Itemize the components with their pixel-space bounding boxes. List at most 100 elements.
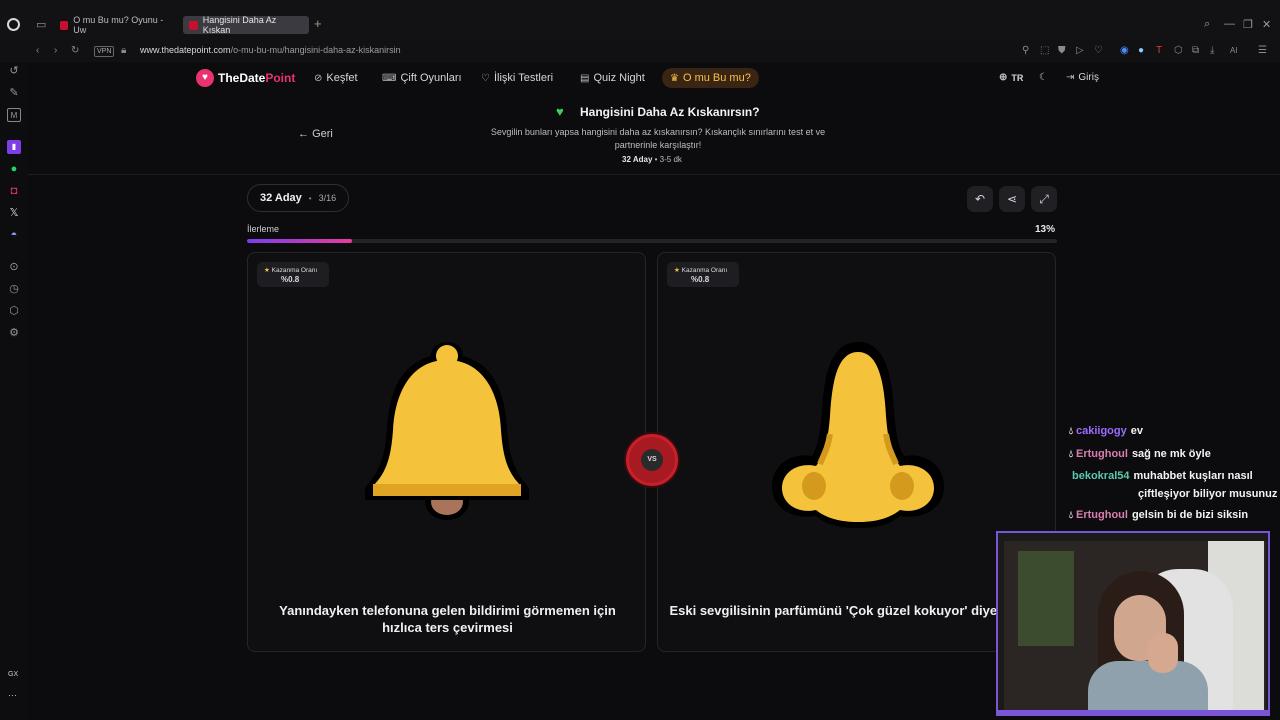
tab-1-label: O mu Bu mu? Oyunu - Uw [73, 15, 164, 35]
settings-gear-icon[interactable]: ⚙ [7, 326, 21, 340]
opera-logo-icon[interactable] [7, 18, 20, 31]
url-domain: www.thedatepoint.com [140, 45, 231, 55]
search-tabs-icon[interactable]: ⌕ [1204, 18, 1210, 31]
player-icon[interactable]: ⊙ [7, 260, 21, 274]
login-button[interactable]: ⇥ Giriş [1066, 72, 1099, 83]
quiz-meta: 32 Aday • 3-5 dk [622, 155, 682, 164]
undo-button[interactable]: ↶ [967, 186, 993, 212]
chat-message: 💧︎ cakiigogy ev [1069, 425, 1143, 437]
chat-message: 💧︎ Ertughoul sağ ne mk öyle [1069, 448, 1211, 460]
login-icon: ⇥ [1066, 72, 1075, 83]
nav-item-kesfet[interactable]: ⊘ Keşfet [314, 72, 358, 84]
browser-tab-2[interactable]: Hangisini Daha Az Kıskan [183, 15, 309, 35]
share-icon: ⋖ [1006, 192, 1018, 206]
nav-item-quiz-night[interactable]: ▤ Quiz Night [580, 72, 645, 84]
speed-dial-icon[interactable]: ↺ [7, 64, 21, 78]
close-window-icon[interactable]: ✕ [1262, 18, 1271, 31]
minimize-icon[interactable]: — [1224, 18, 1235, 30]
discord-icon[interactable]: ◓ [7, 228, 21, 242]
chat-username: cakiigogy [1076, 425, 1127, 437]
nav-label: Quiz Night [593, 72, 645, 84]
nav-label: O mu Bu mu? [682, 72, 751, 84]
x-icon[interactable]: 𝕏 [7, 206, 21, 220]
notes-icon[interactable]: ✎ [7, 86, 21, 100]
nav-item-iliski-testleri[interactable]: ♡ İlişki Testleri [481, 72, 553, 84]
gamepad-icon: ⌨ [382, 72, 397, 84]
candidate-count: 32 Aday [260, 192, 302, 204]
progress-bar-fill [247, 239, 353, 243]
maximize-icon[interactable]: ❐ [1243, 18, 1253, 31]
instagram-icon[interactable]: ◘ [7, 184, 21, 198]
chat-text: muhabbet kuşları nasıl [1133, 470, 1253, 482]
choice-caption: Yanındayken telefonuna gelen bildirimi g… [279, 603, 616, 635]
progress-percent: 13% [1035, 224, 1056, 235]
divider [28, 174, 1280, 175]
bell-icon [365, 342, 529, 520]
green-heart-icon: ♥ [556, 104, 564, 119]
tab-favicon-icon [189, 20, 198, 30]
browser-sidebar: ↺ ✎ M ▮ ● ◘ 𝕏 ◓ ⊙ ◷ ⬡ ⚙ [0, 62, 28, 720]
download-icon[interactable]: ⤓ [1210, 45, 1214, 56]
win-rate-label: Kazanma Oranı [681, 267, 728, 274]
win-rate-value: %0.8 [281, 275, 300, 284]
new-tab-icon[interactable]: + [314, 16, 322, 31]
heart-outline-icon[interactable]: ♡ [1094, 45, 1103, 56]
menu-icon[interactable]: ☰ [1258, 45, 1267, 56]
reload-icon[interactable]: ↻ [71, 45, 79, 56]
chat-message: bekokral54 muhabbet kuşları nasıl [1072, 470, 1253, 482]
pin-icon[interactable]: ⚲ [1022, 45, 1029, 56]
undo-icon: ↶ [974, 192, 986, 206]
logo-heart-icon: ♥ [196, 69, 214, 87]
badge-drop-icon: 💧︎ [1069, 449, 1073, 460]
address-bar: ‹ › ↻ VPN 🔒︎ www.thedatepoint.com/o-mu-b… [0, 40, 1280, 62]
gx-label[interactable]: GX [8, 671, 18, 678]
tab-overview-icon[interactable]: ▭ [36, 18, 46, 31]
play-icon[interactable]: ▷ [1076, 45, 1084, 56]
star-icon: ★ [264, 267, 270, 274]
back-nav-icon[interactable]: ‹ [36, 45, 39, 56]
shield-icon[interactable]: ⛊ [1058, 45, 1066, 56]
badge-drop-icon: 💧︎ [1069, 510, 1073, 521]
vpn-badge[interactable]: VPN [94, 46, 115, 57]
theme-toggle[interactable]: ☾ [1039, 72, 1052, 83]
browser-tab-1[interactable]: O mu Bu mu? Oyunu - Uw [54, 15, 176, 35]
extensions-icon[interactable]: ⬡ [1174, 45, 1183, 56]
compass-icon: ⊘ [314, 72, 323, 84]
extension-3-icon[interactable]: T [1156, 45, 1162, 56]
fullscreen-button[interactable]: ⤢ [1031, 186, 1057, 212]
more-icon[interactable]: ··· [8, 690, 17, 700]
language-selector[interactable]: ⊕ TR [999, 72, 1023, 83]
lock-icon: 🔒︎ [121, 45, 127, 56]
twitch-icon[interactable]: ▮ [7, 140, 21, 154]
extension-2-icon[interactable]: ● [1138, 45, 1144, 56]
nav-label: İlişki Testleri [493, 72, 554, 84]
chat-text: ev [1130, 425, 1143, 437]
meta-candidates: 32 Aday [622, 155, 653, 164]
language-label: TR [1011, 72, 1024, 83]
chat-username: Ertughoul [1076, 509, 1128, 521]
snapshot-icon[interactable]: ⬚ [1040, 45, 1049, 56]
ai-button[interactable]: AI [1230, 46, 1238, 55]
back-button[interactable]: ← Geri [298, 128, 333, 140]
m-app-icon[interactable]: M [7, 108, 21, 122]
progress-label: İlerleme [247, 224, 280, 234]
choice-caption: Eski sevgilisinin parfümünü 'Çok güzel k… [669, 603, 1046, 618]
share-button[interactable]: ⋖ [999, 186, 1025, 212]
extensions-sidebar-icon[interactable]: ⬡ [7, 304, 21, 318]
forward-nav-icon[interactable]: › [54, 45, 57, 56]
arrow-left-icon: ← [298, 128, 313, 140]
nav-item-o-mu-bu-mu[interactable]: ♛ O mu Bu mu? [662, 68, 759, 88]
whatsapp-icon[interactable]: ● [7, 162, 21, 176]
trophy-icon: ♛ [670, 72, 679, 84]
nav-item-cift-oyunlari[interactable]: ⌨ Çift Oyunları [382, 72, 462, 84]
url-path: /o-mu-bu-mu/hangisini-daha-az-kiskanirsi… [230, 45, 401, 55]
choice-card-left[interactable]: ★ Kazanma Oranı %0.8 Yanındayken telefon… [247, 252, 646, 652]
url-field[interactable]: www.thedatepoint.com/o-mu-bu-mu/hangisin… [140, 45, 401, 55]
site-logo[interactable]: ♥ TheDate Point [196, 69, 295, 87]
extension-4-icon[interactable]: ⧉ [1192, 45, 1199, 56]
history-icon[interactable]: ◷ [7, 282, 21, 296]
win-rate-label: Kazanma Oranı [271, 267, 318, 274]
vs-label: VS [641, 449, 663, 471]
fullscreen-icon: ⤢ [1039, 192, 1049, 206]
extension-1-icon[interactable]: ◉ [1120, 45, 1129, 56]
